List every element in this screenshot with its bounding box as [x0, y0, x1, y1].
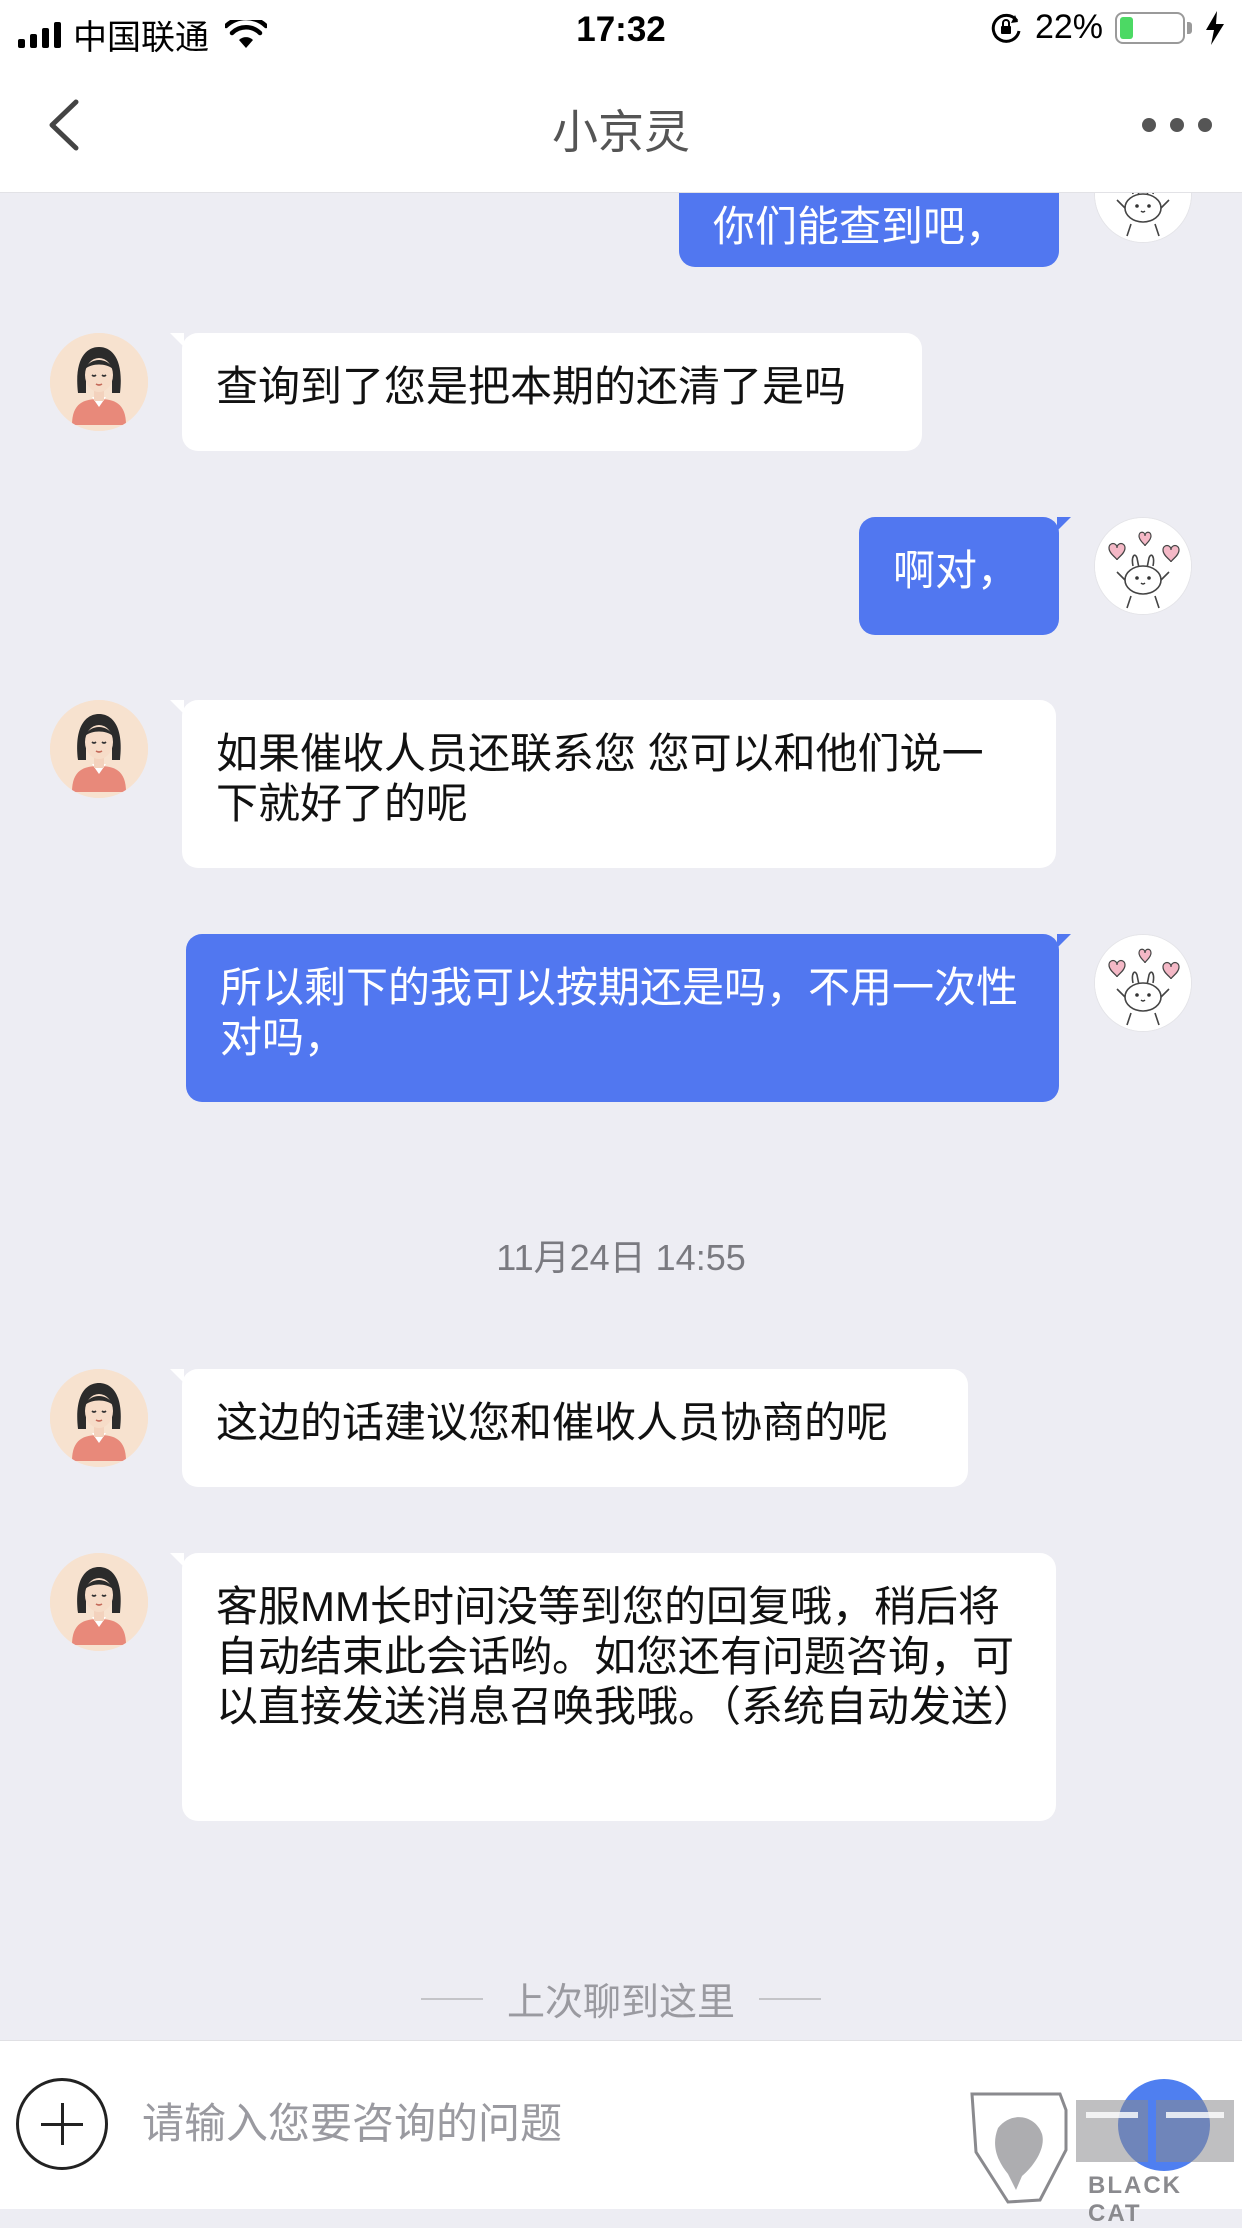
bunny-avatar-icon	[1095, 193, 1192, 243]
message-text: 如果催收人员还联系您 您可以和他们说一下就好了的呢	[216, 730, 984, 827]
message-text: 这边的话建议您和催收人员协商的呢	[216, 1399, 889, 1446]
message-bubble-user[interactable]: 啊对，	[859, 517, 1071, 635]
user-avatar[interactable]	[1094, 193, 1192, 243]
message-text: 所以剩下的我可以按期还是吗，不用一次性对吗，	[220, 964, 1019, 1061]
watermark-text: BLACK CAT	[1088, 2172, 1182, 2227]
message-text: 查询到了您是把本期的还清了是吗	[216, 363, 847, 410]
rotation-lock-icon	[991, 13, 1021, 43]
message-bubble-user[interactable]: 所以剩下的我可以按期还是吗，不用一次性对吗，	[186, 934, 1071, 1102]
add-attachment-button[interactable]	[16, 2078, 108, 2170]
agent-woman-avatar-icon	[50, 700, 148, 798]
agent-woman-avatar-icon	[50, 1553, 148, 1651]
agent-avatar[interactable]	[50, 700, 148, 798]
divider-label: 上次聊到这里	[506, 1982, 735, 2024]
message-input[interactable]	[140, 2093, 1004, 2155]
bunny-avatar-icon	[1095, 518, 1192, 615]
user-avatar[interactable]	[1094, 934, 1192, 1032]
chat-timestamp: 11月24日 14:55	[496, 1237, 746, 1278]
charging-bolt-icon	[1206, 10, 1224, 45]
nav-bar: 小京灵	[0, 62, 1242, 193]
message-bubble-agent[interactable]: 这边的话建议您和催收人员协商的呢	[170, 1369, 968, 1487]
battery-icon	[1115, 11, 1185, 44]
divider-line	[759, 1997, 821, 2000]
bunny-avatar-icon	[1095, 935, 1192, 1032]
message-bubble-agent[interactable]: 查询到了您是把本期的还清了是吗	[170, 333, 922, 451]
message-text: 啊对，	[893, 547, 1020, 594]
chat-title: 小京灵	[552, 106, 690, 158]
chat-area[interactable]: 你们能查到吧， 查询到了您是把本期的还清了是吗 啊对， 如果催收人员还联系您 您…	[0, 193, 1242, 2040]
agent-avatar[interactable]	[50, 1553, 148, 1651]
message-text: 你们能查到吧，	[713, 203, 1008, 250]
user-avatar[interactable]	[1094, 517, 1192, 615]
agent-woman-avatar-icon	[50, 333, 148, 431]
message-bubble-user[interactable]: 你们能查到吧，	[679, 193, 1059, 267]
agent-avatar[interactable]	[50, 333, 148, 431]
agent-avatar[interactable]	[50, 1369, 148, 1467]
battery-percent: 22%	[1034, 8, 1103, 46]
status-bar: 中国联通 17:32 22%	[0, 0, 1242, 62]
last-chat-divider: 上次聊到这里	[0, 1971, 1242, 2026]
more-options-button[interactable]	[1142, 110, 1212, 140]
more-dots-icon	[1142, 118, 1156, 132]
divider-line	[420, 1997, 483, 2000]
agent-woman-avatar-icon	[50, 1369, 148, 1467]
message-bubble-agent[interactable]: 如果催收人员还联系您 您可以和他们说一下就好了的呢	[170, 700, 1056, 868]
message-bubble-agent[interactable]: 客服MM长时间没等到您的回复哦，稍后将自动结束此会话哟。如您还有问题咨询，可以直…	[170, 1553, 1056, 1821]
message-text: 客服MM长时间没等到您的回复哦，稍后将自动结束此会话哟。如您还有问题咨询，可以直…	[216, 1583, 1036, 1730]
